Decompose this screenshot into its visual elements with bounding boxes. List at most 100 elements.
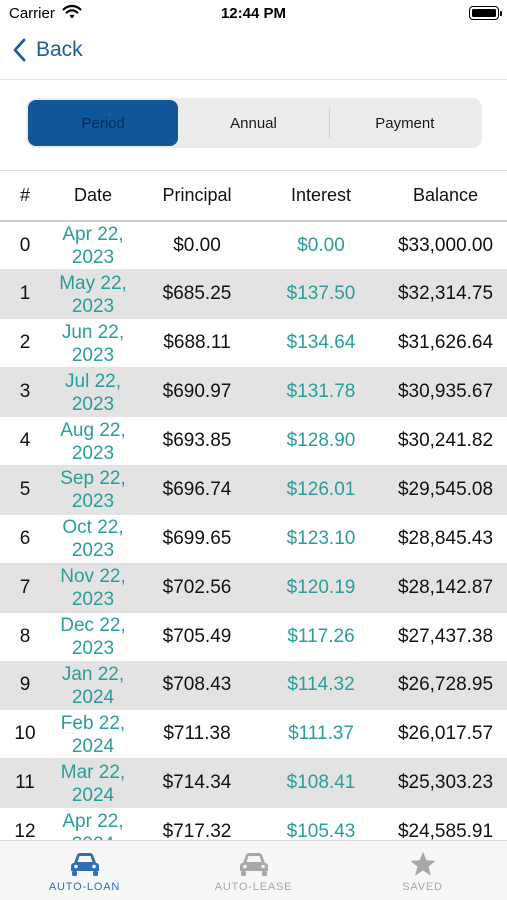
tab-auto-loan[interactable]: AUTO-LOAN	[0, 841, 169, 900]
row-date-line2: 2024	[71, 784, 115, 806]
row-interest[interactable]: $105.43	[258, 808, 384, 840]
row-date-line1: Oct 22,	[62, 517, 124, 539]
tab-saved-label: SAVED	[402, 881, 443, 893]
row-date-line1: Mar 22,	[60, 761, 126, 783]
row-date-line2: 2023	[71, 589, 115, 611]
row-date-line1: Jul 22,	[65, 370, 121, 392]
row-balance: $33,000.00	[397, 234, 494, 256]
navigation-bar: Back	[0, 28, 507, 80]
row-date[interactable]: Jan 22, 2024	[50, 661, 136, 710]
row-number: 12	[14, 821, 36, 840]
row-number: 3	[19, 381, 31, 403]
table-row: 12 Apr 22,2024 $717.32 $105.43 $24,585.91	[0, 808, 507, 840]
row-interest[interactable]: $0.00	[258, 221, 384, 270]
battery-icon	[469, 6, 502, 20]
row-balance: $30,241.82	[397, 430, 494, 451]
row-date-line1: Apr 22,	[62, 224, 124, 246]
status-time: 12:44 PM	[220, 5, 287, 22]
period-segmented-control: Period Annual Payment	[26, 98, 482, 148]
row-date[interactable]: Dec 22, 2023	[50, 612, 136, 661]
row-date[interactable]: Jul 22, 2023	[50, 368, 136, 417]
row-date-line2: 2023	[71, 393, 115, 415]
table-row: 3 Jul 22, 2023 $690.97 $131.78 $30,935.67	[0, 367, 507, 417]
row-number: 7	[19, 576, 31, 598]
row-number: 5	[19, 478, 31, 500]
row-date-line2: 2024	[71, 735, 115, 757]
row-date-line2: 2024	[50, 833, 136, 840]
row-interest[interactable]: $137.50	[258, 270, 384, 319]
segment-period[interactable]: Period	[28, 100, 179, 146]
row-date[interactable]: Sep 22, 2023	[50, 465, 136, 514]
row-date-line2: 2023	[71, 491, 115, 513]
row-date[interactable]: Apr 22, 2023	[50, 221, 136, 270]
row-date-line2: 2023	[71, 540, 115, 562]
segment-payment-label: Payment	[375, 114, 435, 132]
row-date[interactable]: May 22, 2023	[50, 270, 136, 319]
table-row: 0 Apr 22, 2023 $0.00 $0.00 $33,000.00	[0, 221, 507, 270]
car-icon	[239, 853, 268, 876]
row-principal: $685.25	[162, 283, 232, 305]
row-date-line1: Jan 22,	[61, 663, 125, 685]
row-principal: $0.00	[173, 234, 221, 256]
table-row: 5 Sep 22, 2023 $696.74 $126.01 $29,545.08	[0, 465, 507, 515]
row-number: 9	[19, 674, 31, 696]
tab-saved[interactable]: SAVED	[338, 841, 507, 900]
tab-auto-lease[interactable]: AUTO-LEASE	[169, 841, 338, 900]
star-icon	[409, 851, 436, 876]
row-interest[interactable]: $128.90	[258, 417, 384, 466]
segment-period-label: Period	[81, 114, 125, 132]
row-interest[interactable]: $108.41	[258, 759, 384, 808]
row-date[interactable]: Aug 22, 2023	[50, 417, 136, 466]
row-date-line2: 2023	[71, 247, 115, 269]
car-icon	[70, 853, 99, 876]
row-balance: $25,303.23	[397, 772, 494, 794]
row-date[interactable]: Mar 22, 2024	[50, 759, 136, 808]
row-number: 2	[19, 332, 31, 354]
row-date-line1: Dec 22,	[60, 615, 126, 637]
row-principal: $690.97	[162, 381, 232, 403]
table-body: 0 Apr 22, 2023 $0.00 $0.00 $33,000.00 1 May 22,…	[0, 221, 507, 840]
amortization-table: # Date Principal Interest Balance 0 Apr 2…	[0, 171, 507, 840]
row-date[interactable]: Oct 22, 2023	[50, 514, 136, 563]
row-balance: $27,437.38	[397, 625, 494, 647]
row-principal: $714.34	[162, 772, 232, 794]
header-date: Date	[73, 185, 113, 205]
row-balance: $29,545.08	[397, 478, 494, 500]
table-row: 4 Aug 22, 2023 $693.85 $128.90 $30,241.82	[0, 417, 507, 466]
row-interest[interactable]: $123.10	[258, 514, 384, 563]
row-balance: $26,017.57	[397, 723, 494, 745]
header-principal: Principal	[162, 185, 232, 205]
row-interest[interactable]: $111.37	[258, 710, 384, 759]
table-row: 2 Jun 22, 2023 $688.11 $134.64 $31,626.64	[0, 319, 507, 368]
row-number: 0	[19, 234, 31, 256]
table-row: 9 Jan 22, 2024 $708.43 $114.32 $26,728.95	[0, 661, 507, 710]
row-interest[interactable]: $117.26	[258, 612, 384, 661]
row-principal: $688.11	[163, 332, 231, 354]
row-principal: $696.74	[162, 478, 232, 500]
amortization-table-scroll[interactable]: # Date Principal Interest Balance 0 Apr 2…	[0, 170, 507, 840]
table-row: 10 Feb 22, 2024 $711.38 $111.37 $26,017.57	[0, 710, 507, 759]
row-date-line1: May 22,	[59, 272, 127, 294]
row-principal: $711.38	[163, 723, 231, 745]
header-number: #	[19, 185, 30, 205]
row-balance: $26,728.95	[397, 674, 494, 696]
row-date[interactable]: Feb 22, 2024	[50, 710, 136, 759]
segment-annual[interactable]: Annual	[178, 100, 328, 146]
segment-payment[interactable]: Payment	[330, 100, 480, 146]
tab-bar: AUTO-LOAN AUTO-LEASE SAVED	[0, 840, 507, 900]
row-interest[interactable]: $120.19	[258, 563, 384, 612]
row-interest[interactable]: $126.01	[258, 465, 384, 514]
row-date-line2: 2023	[71, 295, 115, 317]
row-date[interactable]: Jun 22, 2023	[50, 319, 136, 368]
row-date-line2: 2023	[71, 344, 115, 366]
row-interest[interactable]: $131.78	[258, 368, 384, 417]
back-button[interactable]: Back	[12, 38, 83, 62]
row-interest[interactable]: $134.64	[258, 319, 384, 368]
row-interest[interactable]: $114.32	[258, 661, 384, 710]
row-date[interactable]: Apr 22,2024	[50, 808, 136, 840]
row-date-line1: Apr 22,	[62, 810, 124, 832]
row-date[interactable]: Nov 22, 2023	[50, 563, 136, 612]
row-number: 1	[19, 283, 31, 305]
row-principal: $693.85	[162, 430, 232, 451]
row-principal: $705.49	[162, 625, 232, 647]
